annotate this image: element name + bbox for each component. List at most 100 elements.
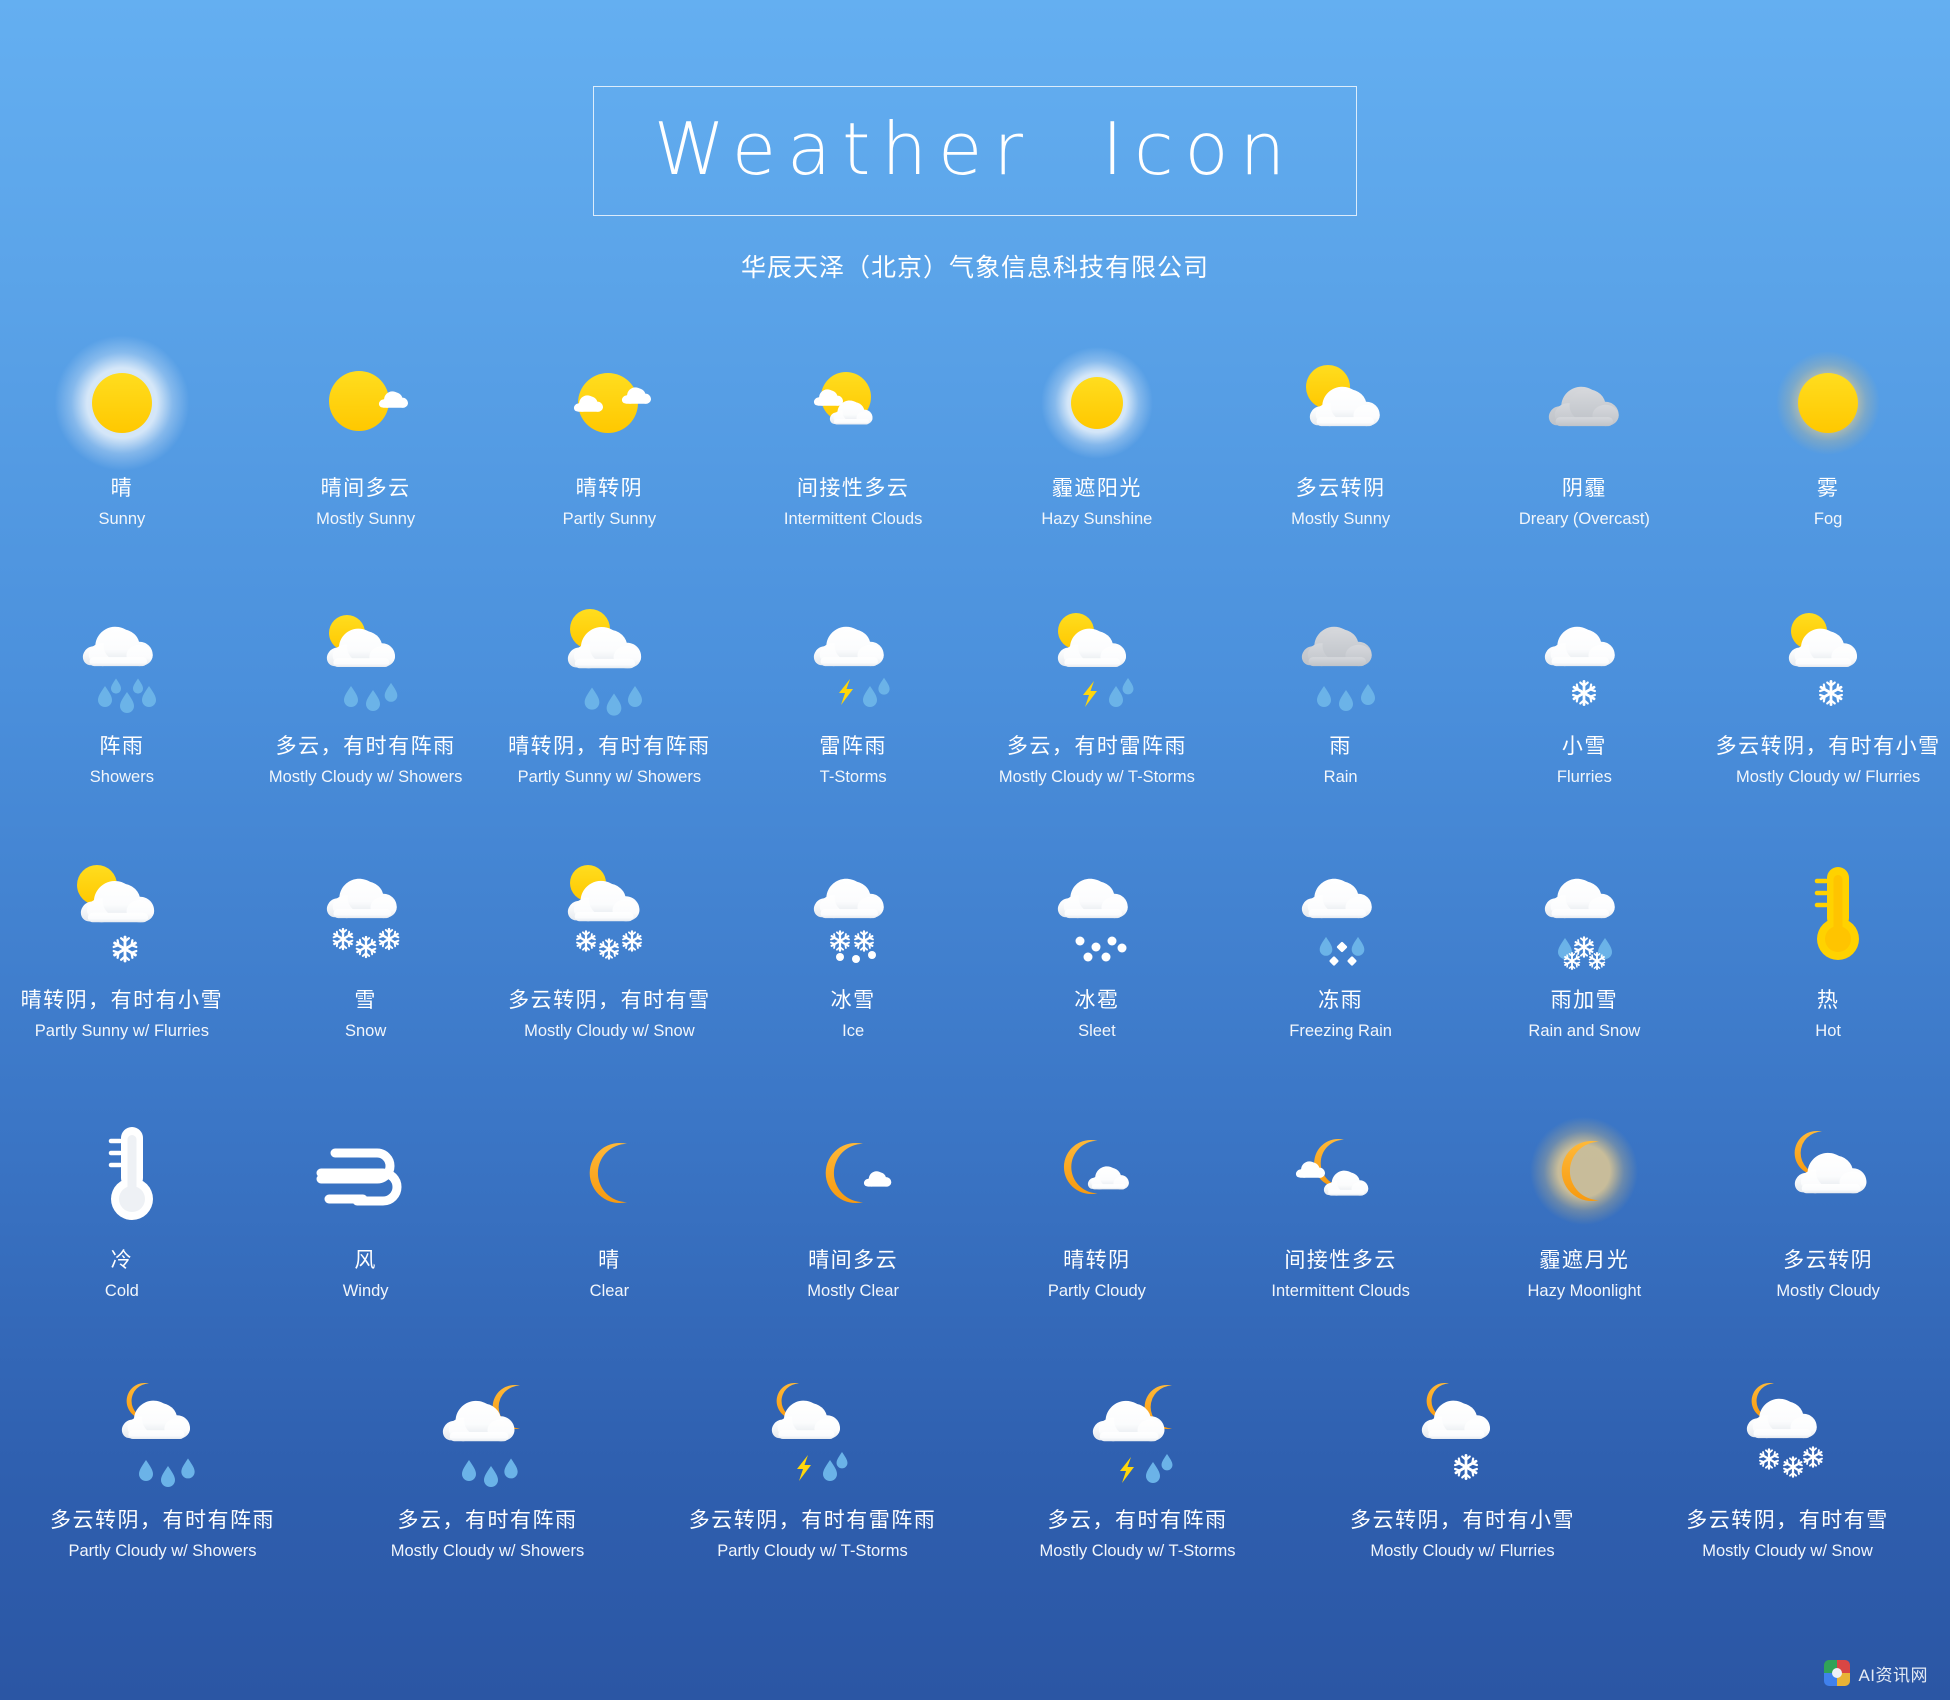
moon-icon[interactable] (534, 1114, 684, 1232)
weather-icon-cell[interactable]: 阵雨 Showers (0, 600, 244, 788)
icon-label-en: Windy (342, 1282, 389, 1301)
cloud-sleet-icon[interactable] (1022, 854, 1172, 972)
moon-cloud-showers-icon[interactable] (88, 1374, 238, 1492)
wind-icon[interactable] (291, 1114, 441, 1232)
thermometer-cold-icon[interactable] (47, 1114, 197, 1232)
weather-icon-cell[interactable]: 多云转阴，有时有小雪 Mostly Cloudy w/ Flurries (1706, 600, 1950, 788)
weather-icon-cell[interactable]: 冷 Cold (0, 1114, 244, 1302)
sun-behind-cloud-icon[interactable] (778, 342, 928, 460)
weather-icon-cell[interactable]: 热 Hot (1706, 854, 1950, 1042)
icon-label-en: Ice (842, 1022, 865, 1041)
icon-labels: 冷 Cold (105, 1248, 139, 1302)
cloud-rain-snow-icon[interactable] (1509, 854, 1659, 972)
icon-label-en: Mostly Cloudy w/ Snow (1702, 1542, 1873, 1561)
icon-label-en: Dreary (Overcast) (1518, 510, 1650, 529)
weather-icon-cell[interactable]: 阴霾 Dreary (Overcast) (1463, 342, 1707, 530)
weather-icon-cell[interactable]: 多云转阴 Mostly Sunny (1219, 342, 1463, 530)
moon-cloud-flurries-icon[interactable] (1388, 1374, 1538, 1492)
weather-icon-cell[interactable]: 冰雹 Sleet (975, 854, 1219, 1042)
weather-icon-cell[interactable]: 晴转阴，有时有阵雨 Partly Sunny w/ Showers (488, 600, 732, 788)
weather-icon-cell[interactable]: 雷阵雨 T-Storms (731, 600, 975, 788)
weather-icon-cell[interactable]: 多云，有时有阵雨 Mostly Cloudy w/ T-Storms (975, 1374, 1300, 1562)
moon-cloud-tstorm-big-icon[interactable] (1063, 1374, 1213, 1492)
icon-label-en: Mostly Cloudy w/ Flurries (1370, 1542, 1555, 1561)
weather-icon-cell[interactable]: 小雪 Flurries (1463, 600, 1707, 788)
weather-icon-cell[interactable]: 多云转阴，有时有阵雨 Partly Cloudy w/ Showers (0, 1374, 325, 1562)
hazy-sun-icon[interactable] (1022, 342, 1172, 460)
weather-icon-cell[interactable]: 多云转阴，有时有雷阵雨 Partly Cloudy w/ T-Storms (650, 1374, 975, 1562)
icon-label-cn: 多云转阴，有时有雪 (1686, 1509, 1889, 1533)
weather-icon-cell[interactable]: 晴 Sunny (0, 335, 244, 530)
icon-labels: 晴间多云 Mostly Clear (807, 1248, 899, 1302)
weather-icon-cell[interactable]: 雨 Rain (1219, 600, 1463, 788)
moon-small-cloud-icon[interactable] (778, 1114, 928, 1232)
icon-label-en: Snow (344, 1022, 387, 1041)
cloud-tstorm-icon[interactable] (778, 600, 928, 718)
icon-labels: 阴霾 Dreary (Overcast) (1519, 476, 1650, 530)
sun-cloud-flurries-icon[interactable] (1753, 600, 1903, 718)
icon-label-en: Intermittent Clouds (1271, 1282, 1410, 1301)
grey-cloud-rain-icon[interactable] (1266, 600, 1416, 718)
weather-icon-cell[interactable]: 多云转阴，有时有雪 Mostly Cloudy w/ Snow (488, 854, 732, 1042)
weather-icon-cell[interactable]: 霾遮月光 Hazy Moonlight (1463, 1114, 1707, 1302)
cloud-snow-icon[interactable] (291, 854, 441, 972)
thermometer-hot-icon[interactable] (1753, 854, 1903, 972)
weather-icon-cell[interactable]: 冰雪 Ice (731, 854, 975, 1042)
cloud-freezing-rain-icon[interactable] (1266, 854, 1416, 972)
sun-cloud-showers-icon[interactable] (291, 600, 441, 718)
moon-cloud-snow-icon[interactable] (1713, 1374, 1863, 1492)
grey-cloud-icon[interactable] (1509, 342, 1659, 460)
weather-icon-cell[interactable]: 晴转阴 Partly Sunny (488, 342, 732, 530)
sun-glow-icon[interactable] (47, 335, 197, 471)
icon-labels: 冻雨 Freezing Rain (1289, 988, 1392, 1042)
weather-icon-cell[interactable]: 多云转阴 Mostly Cloudy (1706, 1114, 1950, 1302)
sun-cloud-tstorm-icon[interactable] (1022, 600, 1172, 718)
moon-cloud-icon[interactable] (1022, 1114, 1172, 1232)
weather-icon-cell[interactable]: 雨加雪 Rain and Snow (1463, 854, 1707, 1042)
cloud-flurries-icon[interactable] (1509, 600, 1659, 718)
weather-icon-cell[interactable]: 晴转阴，有时有小雪 Partly Sunny w/ Flurries (0, 854, 244, 1042)
icon-label-en: Flurries (1556, 768, 1612, 787)
hazy-moon-icon[interactable] (1509, 1114, 1659, 1232)
weather-icon-cell[interactable]: 霾遮阳光 Hazy Sunshine (975, 342, 1219, 530)
icon-label-cn: 冰雹 (1074, 989, 1120, 1013)
icon-label-en: Partly Sunny w/ Flurries (34, 1022, 209, 1041)
icon-labels: 多云转阴，有时有小雪 Mostly Cloudy w/ Flurries (1350, 1508, 1575, 1562)
weather-icon-cell[interactable]: 晴间多云 Mostly Clear (731, 1114, 975, 1302)
sun-small-cloud-icon[interactable] (291, 342, 441, 460)
moon-big-cloud-icon[interactable] (1753, 1114, 1903, 1232)
icon-label-cn: 晴间多云 (320, 477, 411, 501)
sun-two-clouds-icon[interactable] (534, 342, 684, 460)
icon-labels: 雾 Fog (1814, 476, 1842, 530)
weather-icon-cell[interactable]: 晴 Clear (488, 1114, 732, 1302)
weather-icon-cell[interactable]: 多云，有时雷阵雨 Mostly Cloudy w/ T-Storms (975, 600, 1219, 788)
sun-cloud-snow-icon[interactable] (534, 854, 684, 972)
icon-label-cn: 晴 (598, 1249, 621, 1273)
weather-icon-cell[interactable]: 多云，有时有阵雨 Mostly Cloudy w/ Showers (244, 600, 488, 788)
weather-icon-cell[interactable]: 多云，有时有阵雨 Mostly Cloudy w/ Showers (325, 1374, 650, 1562)
weather-icon-cell[interactable]: 雪 Snow (244, 854, 488, 1042)
icon-labels: 多云转阴 Mostly Sunny (1291, 476, 1390, 530)
cloud-ice-icon[interactable] (778, 854, 928, 972)
icon-label-cn: 阴霾 (1561, 477, 1607, 501)
moon-two-clouds-icon[interactable] (1266, 1114, 1416, 1232)
cloud-showers-icon[interactable] (47, 600, 197, 718)
weather-icon-cell[interactable]: 晴间多云 Mostly Sunny (244, 342, 488, 530)
sun-big-cloud-icon[interactable] (1266, 342, 1416, 460)
sun-cloud-showers-big-icon[interactable] (534, 600, 684, 718)
sun-cloud-flurries-big-icon[interactable] (47, 854, 197, 972)
weather-icon-cell[interactable]: 风 Windy (244, 1114, 488, 1302)
icon-labels: 冰雪 Ice (831, 988, 876, 1042)
weather-icon-cell[interactable]: 多云转阴，有时有小雪 Mostly Cloudy w/ Flurries (1300, 1374, 1625, 1562)
icon-labels: 多云转阴 Mostly Cloudy (1776, 1248, 1880, 1302)
icon-label-en: Mostly Cloudy w/ Showers (268, 768, 463, 787)
weather-icon-cell[interactable]: 冻雨 Freezing Rain (1219, 854, 1463, 1042)
fog-sun-icon[interactable] (1753, 342, 1903, 460)
weather-icon-cell[interactable]: 雾 Fog (1706, 342, 1950, 530)
weather-icon-cell[interactable]: 多云转阴，有时有雪 Mostly Cloudy w/ Snow (1625, 1374, 1950, 1562)
moon-cloud-tstorm-icon[interactable] (738, 1374, 888, 1492)
moon-cloud-showers-big-icon[interactable] (413, 1374, 563, 1492)
weather-icon-cell[interactable]: 间接性多云 Intermittent Clouds (1219, 1114, 1463, 1302)
weather-icon-cell[interactable]: 晴转阴 Partly Cloudy (975, 1114, 1219, 1302)
weather-icon-cell[interactable]: 间接性多云 Intermittent Clouds (731, 342, 975, 530)
